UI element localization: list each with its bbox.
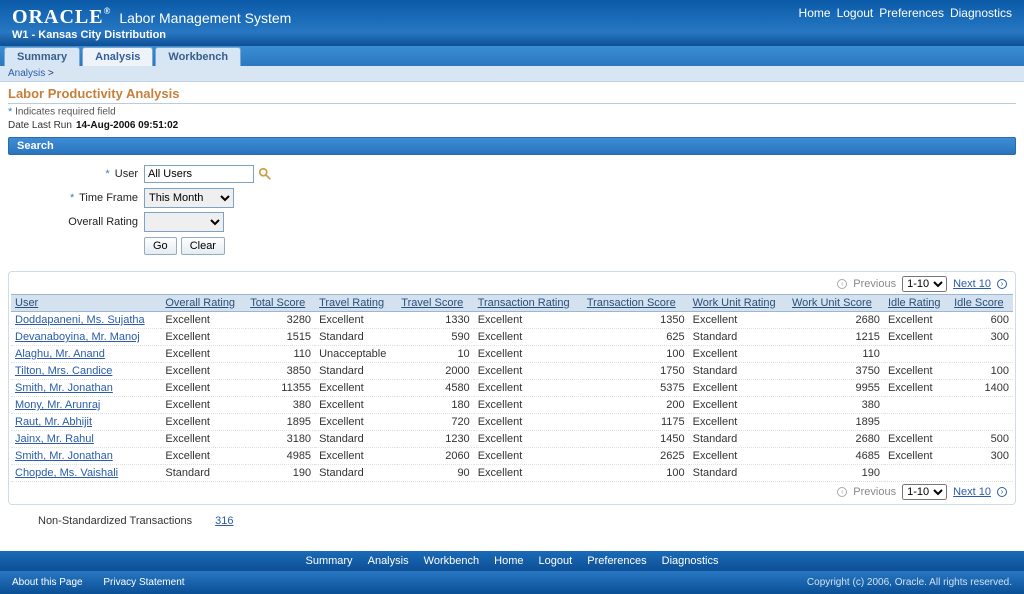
table-row: Smith, Mr. JonathanExcellent4985Excellen… [11,448,1013,465]
fn-analysis[interactable]: Analysis [368,555,409,567]
go-button[interactable]: Go [144,237,177,255]
tab-summary[interactable]: Summary [4,47,80,66]
prev-icon: ‹ [837,279,847,289]
fn-prefs[interactable]: Preferences [587,555,646,567]
lookup-icon[interactable] [258,167,272,181]
table-row: Mony, Mr. ArunrajExcellent380Excellent18… [11,397,1013,414]
prev-link-disabled: Previous [853,278,896,290]
page-title: Labor Productivity Analysis [8,86,1016,104]
table-row: Chopde, Ms. VaishaliStandard190Standard9… [11,465,1013,482]
col-ts[interactable]: Total Score [246,295,315,312]
next-link-top[interactable]: Next 10 [953,278,991,290]
about-link[interactable]: About this Page [12,577,83,588]
non-standardized: Non-Standardized Transactions 316 [38,515,1016,527]
footer-bar: About this Page Privacy Statement Copyri… [0,571,1024,594]
results-table: UserOverall RatingTotal ScoreTravel Rati… [11,294,1013,482]
col-or[interactable]: Overall Rating [161,295,246,312]
diagnostics-link[interactable]: Diagnostics [950,6,1012,20]
table-row: Raut, Mr. AbhijitExcellent1895Excellent7… [11,414,1013,431]
next-icon[interactable]: › [997,279,1007,289]
date-last-run: Date Last Run14-Aug-2006 09:51:02 [8,120,1016,131]
oracle-logo: ORACLE® [12,6,111,29]
pager-bottom: ‹ Previous 1-10 Next 10 › [11,482,1013,502]
table-row: Jainx, Mr. RahulExcellent3180Standard123… [11,431,1013,448]
user-link[interactable]: Doddapaneni, Ms. Sujatha [15,314,145,326]
privacy-link[interactable]: Privacy Statement [103,577,184,588]
required-note: * Indicates required field [8,106,1016,118]
table-row: Devanaboyina, Mr. ManojExcellent1515Stan… [11,329,1013,346]
crumb-analysis[interactable]: Analysis [8,68,45,79]
timeframe-label: Time Frame [79,192,138,204]
table-row: Doddapaneni, Ms. SujathaExcellent3280Exc… [11,312,1013,329]
col-ir[interactable]: Idle Rating [884,295,950,312]
tab-analysis[interactable]: Analysis [82,47,153,66]
nonstd-link[interactable]: 316 [215,515,233,527]
col-is[interactable]: Idle Score [950,295,1013,312]
user-link[interactable]: Mony, Mr. Arunraj [15,399,100,411]
user-link[interactable]: Jainx, Mr. Rahul [15,433,94,445]
tab-workbench[interactable]: Workbench [155,47,241,66]
table-row: Alaghu, Mr. AnandExcellent110Unacceptabl… [11,346,1013,363]
user-link[interactable]: Chopde, Ms. Vaishali [15,467,118,479]
prev-icon-bottom: ‹ [837,487,847,497]
app-header: ORACLE® Labor Management System W1 - Kan… [0,0,1024,46]
col-ws[interactable]: Work Unit Score [788,295,884,312]
user-link[interactable]: Smith, Mr. Jonathan [15,382,113,394]
search-form: * User * Time Frame This Month Overall R… [8,155,1016,265]
fn-summary[interactable]: Summary [305,555,352,567]
range-select-top[interactable]: 1-10 [902,276,947,292]
search-header: Search [8,137,1016,155]
user-input[interactable] [144,165,254,183]
fn-workbench[interactable]: Workbench [424,555,479,567]
user-link[interactable]: Alaghu, Mr. Anand [15,348,105,360]
col-tr[interactable]: Travel Rating [315,295,397,312]
asterisk-icon: * [8,106,12,118]
next-link-bottom[interactable]: Next 10 [953,486,991,498]
col-tvs[interactable]: Travel Score [397,295,473,312]
fn-home[interactable]: Home [494,555,523,567]
pager-top: ‹ Previous 1-10 Next 10 › [11,274,1013,294]
col-xr[interactable]: Transaction Rating [474,295,583,312]
user-link[interactable]: Devanaboyina, Mr. Manoj [15,331,140,343]
user-link[interactable]: Tilton, Mrs. Candice [15,365,112,377]
tab-bar: Summary Analysis Workbench [0,46,1024,66]
user-label: User [115,168,138,180]
timeframe-select[interactable]: This Month [144,188,234,208]
user-link[interactable]: Smith, Mr. Jonathan [15,450,113,462]
range-select-bottom[interactable]: 1-10 [902,484,947,500]
home-link[interactable]: Home [799,6,831,20]
user-link[interactable]: Raut, Mr. Abhijit [15,416,92,428]
prev-link-disabled-bottom: Previous [853,486,896,498]
table-row: Tilton, Mrs. CandiceExcellent3850Standar… [11,363,1013,380]
logout-link[interactable]: Logout [837,6,874,20]
app-title: Labor Management System [119,10,291,26]
top-links: Home Logout Preferences Diagnostics [799,6,1012,20]
rating-label: Overall Rating [68,216,138,228]
col-xs[interactable]: Transaction Score [583,295,689,312]
footer-nav: Summary Analysis Workbench Home Logout P… [0,551,1024,571]
copyright: Copyright (c) 2006, Oracle. All rights r… [807,577,1012,588]
clear-button[interactable]: Clear [181,237,225,255]
preferences-link[interactable]: Preferences [879,6,944,20]
fn-diag[interactable]: Diagnostics [662,555,719,567]
app-subtitle: W1 - Kansas City Distribution [12,29,291,41]
col-user[interactable]: User [11,295,161,312]
next-icon-bottom[interactable]: › [997,487,1007,497]
rating-select[interactable] [144,212,224,232]
breadcrumb: Analysis > [0,66,1024,82]
table-row: Smith, Mr. JonathanExcellent11355Excelle… [11,380,1013,397]
col-wr[interactable]: Work Unit Rating [689,295,788,312]
fn-logout[interactable]: Logout [539,555,573,567]
